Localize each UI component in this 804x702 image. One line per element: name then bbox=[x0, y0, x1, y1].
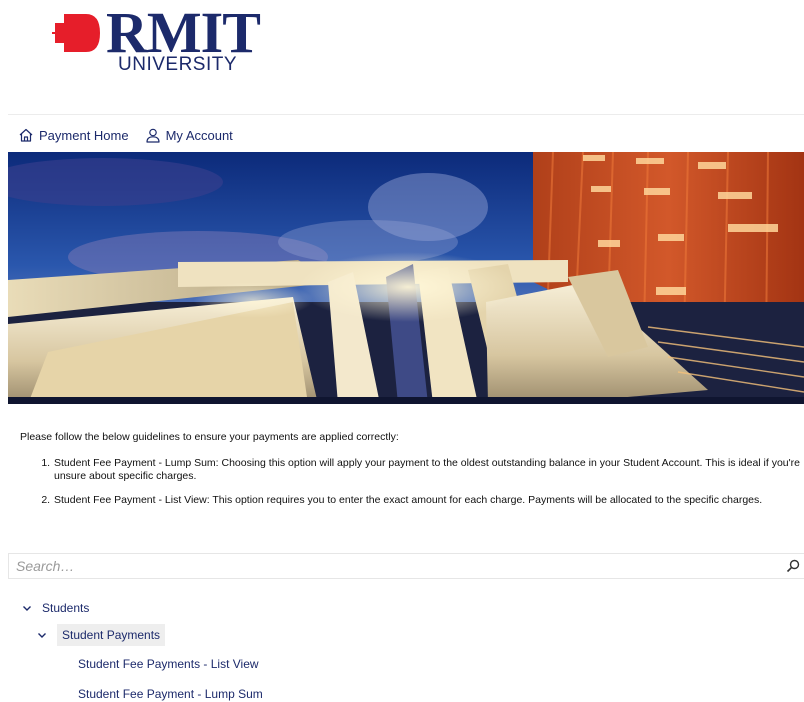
tree-link[interactable]: Student Fee Payment - Lump Sum bbox=[78, 687, 263, 701]
list-item: Student Fee Payment - List View: This op… bbox=[53, 494, 804, 507]
tree-item-lump-sum[interactable]: Student Fee Payment - Lump Sum bbox=[78, 687, 263, 701]
search-input[interactable] bbox=[9, 554, 784, 578]
user-icon bbox=[145, 128, 160, 143]
tree-node-student-payments[interactable]: Student Payments bbox=[37, 624, 166, 646]
divider bbox=[8, 114, 804, 115]
tree-link[interactable]: Student Fee Payments - List View bbox=[78, 657, 259, 671]
home-icon bbox=[19, 128, 33, 142]
tree-node-students[interactable]: Students bbox=[22, 601, 89, 615]
pixel-logo-icon bbox=[52, 14, 100, 52]
guidelines-intro: Please follow the below guidelines to en… bbox=[20, 431, 399, 443]
building-facade-photo bbox=[8, 152, 804, 404]
guidelines-list: Student Fee Payment - Lump Sum: Choosing… bbox=[38, 457, 804, 518]
nav-my-account[interactable]: My Account bbox=[145, 127, 233, 143]
tree-label: Student Payments bbox=[57, 624, 166, 646]
hero-banner bbox=[8, 152, 804, 404]
search-icon[interactable] bbox=[784, 557, 802, 575]
nav-label: My Account bbox=[165, 127, 233, 143]
search-bar bbox=[8, 553, 804, 579]
top-nav: Payment Home My Account bbox=[18, 125, 249, 145]
tree-label: Students bbox=[42, 601, 90, 615]
chevron-down-icon bbox=[23, 606, 31, 611]
nav-payment-home[interactable]: Payment Home bbox=[18, 127, 129, 143]
chevron-down-icon bbox=[38, 633, 46, 638]
tree-item-list-view[interactable]: Student Fee Payments - List View bbox=[78, 657, 259, 671]
nav-label: Payment Home bbox=[39, 127, 129, 143]
rmit-logo[interactable]: RMIT UNIVERSITY bbox=[52, 4, 261, 76]
list-item: Student Fee Payment - Lump Sum: Choosing… bbox=[53, 457, 804, 483]
logo-subtitle: UNIVERSITY bbox=[118, 54, 238, 75]
